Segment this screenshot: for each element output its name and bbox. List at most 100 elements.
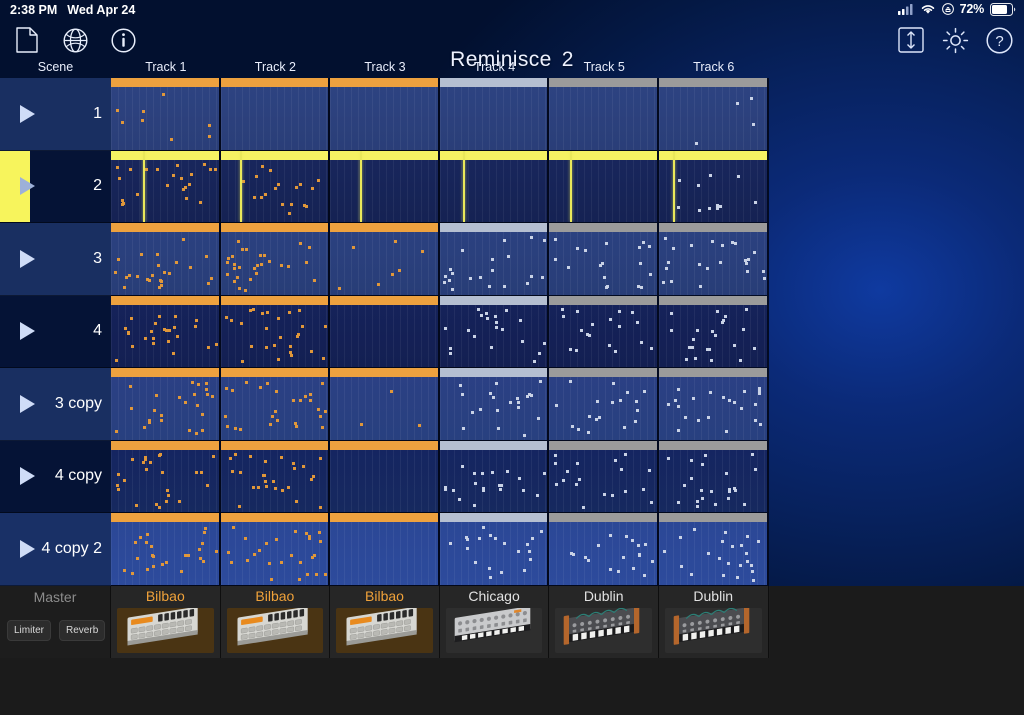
clip-grid[interactable]: 1 2 3 4 3 copy 4 copy 4 copy 2: [0, 78, 770, 586]
scene-play-button[interactable]: [20, 322, 35, 341]
clip-cell-s3-t3[interactable]: [330, 223, 440, 296]
track-column-header-4[interactable]: Track 4: [440, 58, 550, 78]
scene-play-button[interactable]: [20, 177, 35, 196]
clip-cell-s2-t6[interactable]: [658, 150, 769, 223]
master-effect-limiter-button[interactable]: Limiter: [7, 620, 52, 641]
clip-cell-s2-t1[interactable]: [111, 150, 221, 223]
clip-cell-s4-t2[interactable]: [220, 295, 331, 368]
drum-machine-art[interactable]: [226, 608, 324, 653]
clip-note: [161, 471, 165, 475]
clip-cell-s7-t5[interactable]: [549, 513, 659, 586]
clip-note: [744, 551, 748, 555]
clip-cell-s4-t5[interactable]: [549, 295, 659, 368]
scene-cell-5[interactable]: 3 copy: [0, 368, 111, 441]
scene-cell-7[interactable]: 4 copy 2: [0, 513, 111, 586]
clip-cell-s4-t3[interactable]: [330, 295, 440, 368]
modular-synth-art[interactable]: [555, 608, 652, 653]
clip-cell-s7-t3[interactable]: [330, 513, 440, 586]
scene-cell-2[interactable]: 2: [0, 150, 111, 223]
master-effects-group: Limiter Reverb: [7, 620, 106, 641]
clip-cell-s4-t1[interactable]: [111, 295, 221, 368]
track-column-header-5[interactable]: Track 5: [549, 58, 659, 78]
clip-note: [709, 390, 713, 394]
clip-cell-s2-t3[interactable]: [330, 150, 440, 223]
track-column-header-2[interactable]: Track 2: [221, 58, 331, 78]
clip-note: [397, 269, 401, 273]
clip-cell-s5-t1[interactable]: [111, 368, 221, 441]
clip-note: [706, 347, 710, 351]
clip-cell-s6-t3[interactable]: [330, 440, 440, 513]
synth-rack-art[interactable]: [445, 608, 543, 653]
scene-play-button[interactable]: [20, 104, 35, 123]
clip-note: [226, 256, 230, 260]
clip-note: [288, 345, 292, 349]
clip-cell-s1-t2[interactable]: [220, 78, 331, 151]
clip-cell-s6-t1[interactable]: [111, 440, 221, 513]
clip-note: [751, 570, 755, 574]
clip-note: [648, 468, 652, 472]
mixer-track-2[interactable]: Bilbao: [220, 586, 331, 658]
clip-cell-s1-t3[interactable]: [330, 78, 440, 151]
clip-cell-s6-t4[interactable]: [439, 440, 550, 513]
clip-cell-s3-t6[interactable]: [658, 223, 769, 296]
clip-cell-s2-t4[interactable]: [439, 150, 550, 223]
clip-cell-s3-t2[interactable]: [220, 223, 331, 296]
clip-cell-s2-t5[interactable]: [549, 150, 659, 223]
scene-name-label: 4 copy: [54, 467, 102, 485]
clip-note: [231, 470, 235, 474]
scene-play-button[interactable]: [20, 249, 35, 268]
clip-cell-s5-t5[interactable]: [549, 368, 659, 441]
scene-cell-4[interactable]: 4: [0, 295, 111, 368]
mixer-track-1[interactable]: Bilbao: [111, 586, 221, 658]
clip-note: [554, 462, 558, 466]
master-effect-reverb-button[interactable]: Reverb: [59, 620, 106, 641]
mixer-track-3[interactable]: Bilbao: [330, 586, 440, 658]
modular-synth-art[interactable]: [664, 608, 762, 653]
clip-cell-s1-t6[interactable]: [658, 78, 769, 151]
track-column-header-6[interactable]: Track 6: [659, 58, 769, 78]
scene-cell-6[interactable]: 4 copy: [0, 440, 111, 513]
clip-note: [154, 394, 158, 398]
clip-cell-s5-t2[interactable]: [220, 368, 331, 441]
clip-cell-s2-t2[interactable]: [220, 150, 331, 223]
clip-cell-s7-t2[interactable]: [220, 513, 331, 586]
clip-cell-s5-t3[interactable]: [330, 368, 440, 441]
clip-cell-s3-t1[interactable]: [111, 223, 221, 296]
drum-machine-art[interactable]: [336, 608, 433, 653]
mixer-track-4[interactable]: Chicago: [439, 586, 550, 658]
scene-play-button[interactable]: [20, 467, 35, 486]
clip-cell-s6-t5[interactable]: [549, 440, 659, 513]
clip-cell-s4-t4[interactable]: [439, 295, 550, 368]
master-channel[interactable]: Master Limiter Reverb: [0, 586, 111, 658]
clip-grid-lines: [220, 304, 329, 367]
clip-note: [637, 552, 641, 556]
mixer-track-5[interactable]: Dublin: [549, 586, 659, 658]
clip-cell-s3-t5[interactable]: [549, 223, 659, 296]
clip-note: [746, 257, 750, 261]
drum-machine-art[interactable]: [117, 608, 214, 653]
track-column-header-1[interactable]: Track 1: [111, 58, 221, 78]
mixer-track-6[interactable]: Dublin: [658, 586, 769, 658]
clip-cell-s3-t4[interactable]: [439, 223, 550, 296]
scene-cell-3[interactable]: 3: [0, 223, 111, 296]
clip-cell-s1-t1[interactable]: [111, 78, 221, 151]
clip-cell-s1-t4[interactable]: [439, 78, 550, 151]
scene-play-button[interactable]: [20, 394, 35, 413]
clip-cell-s4-t6[interactable]: [658, 295, 769, 368]
clip-note-canvas: [439, 87, 548, 150]
clip-cell-s1-t5[interactable]: [549, 78, 659, 151]
clip-cell-s7-t6[interactable]: [658, 513, 769, 586]
track-column-header-3[interactable]: Track 3: [330, 58, 440, 78]
clip-cell-s7-t1[interactable]: [111, 513, 221, 586]
scene-play-button[interactable]: [20, 539, 35, 558]
clip-cell-s6-t6[interactable]: [658, 440, 769, 513]
clip-cell-s5-t4[interactable]: [439, 368, 550, 441]
clip-cell-s5-t6[interactable]: [658, 368, 769, 441]
clip-cell-s6-t2[interactable]: [220, 440, 331, 513]
clip-cell-s7-t4[interactable]: [439, 513, 550, 586]
clip-note: [131, 458, 135, 462]
clip-note: [732, 400, 736, 404]
clip-note: [304, 260, 308, 264]
clip-note: [693, 527, 697, 531]
scene-cell-1[interactable]: 1: [0, 78, 111, 151]
